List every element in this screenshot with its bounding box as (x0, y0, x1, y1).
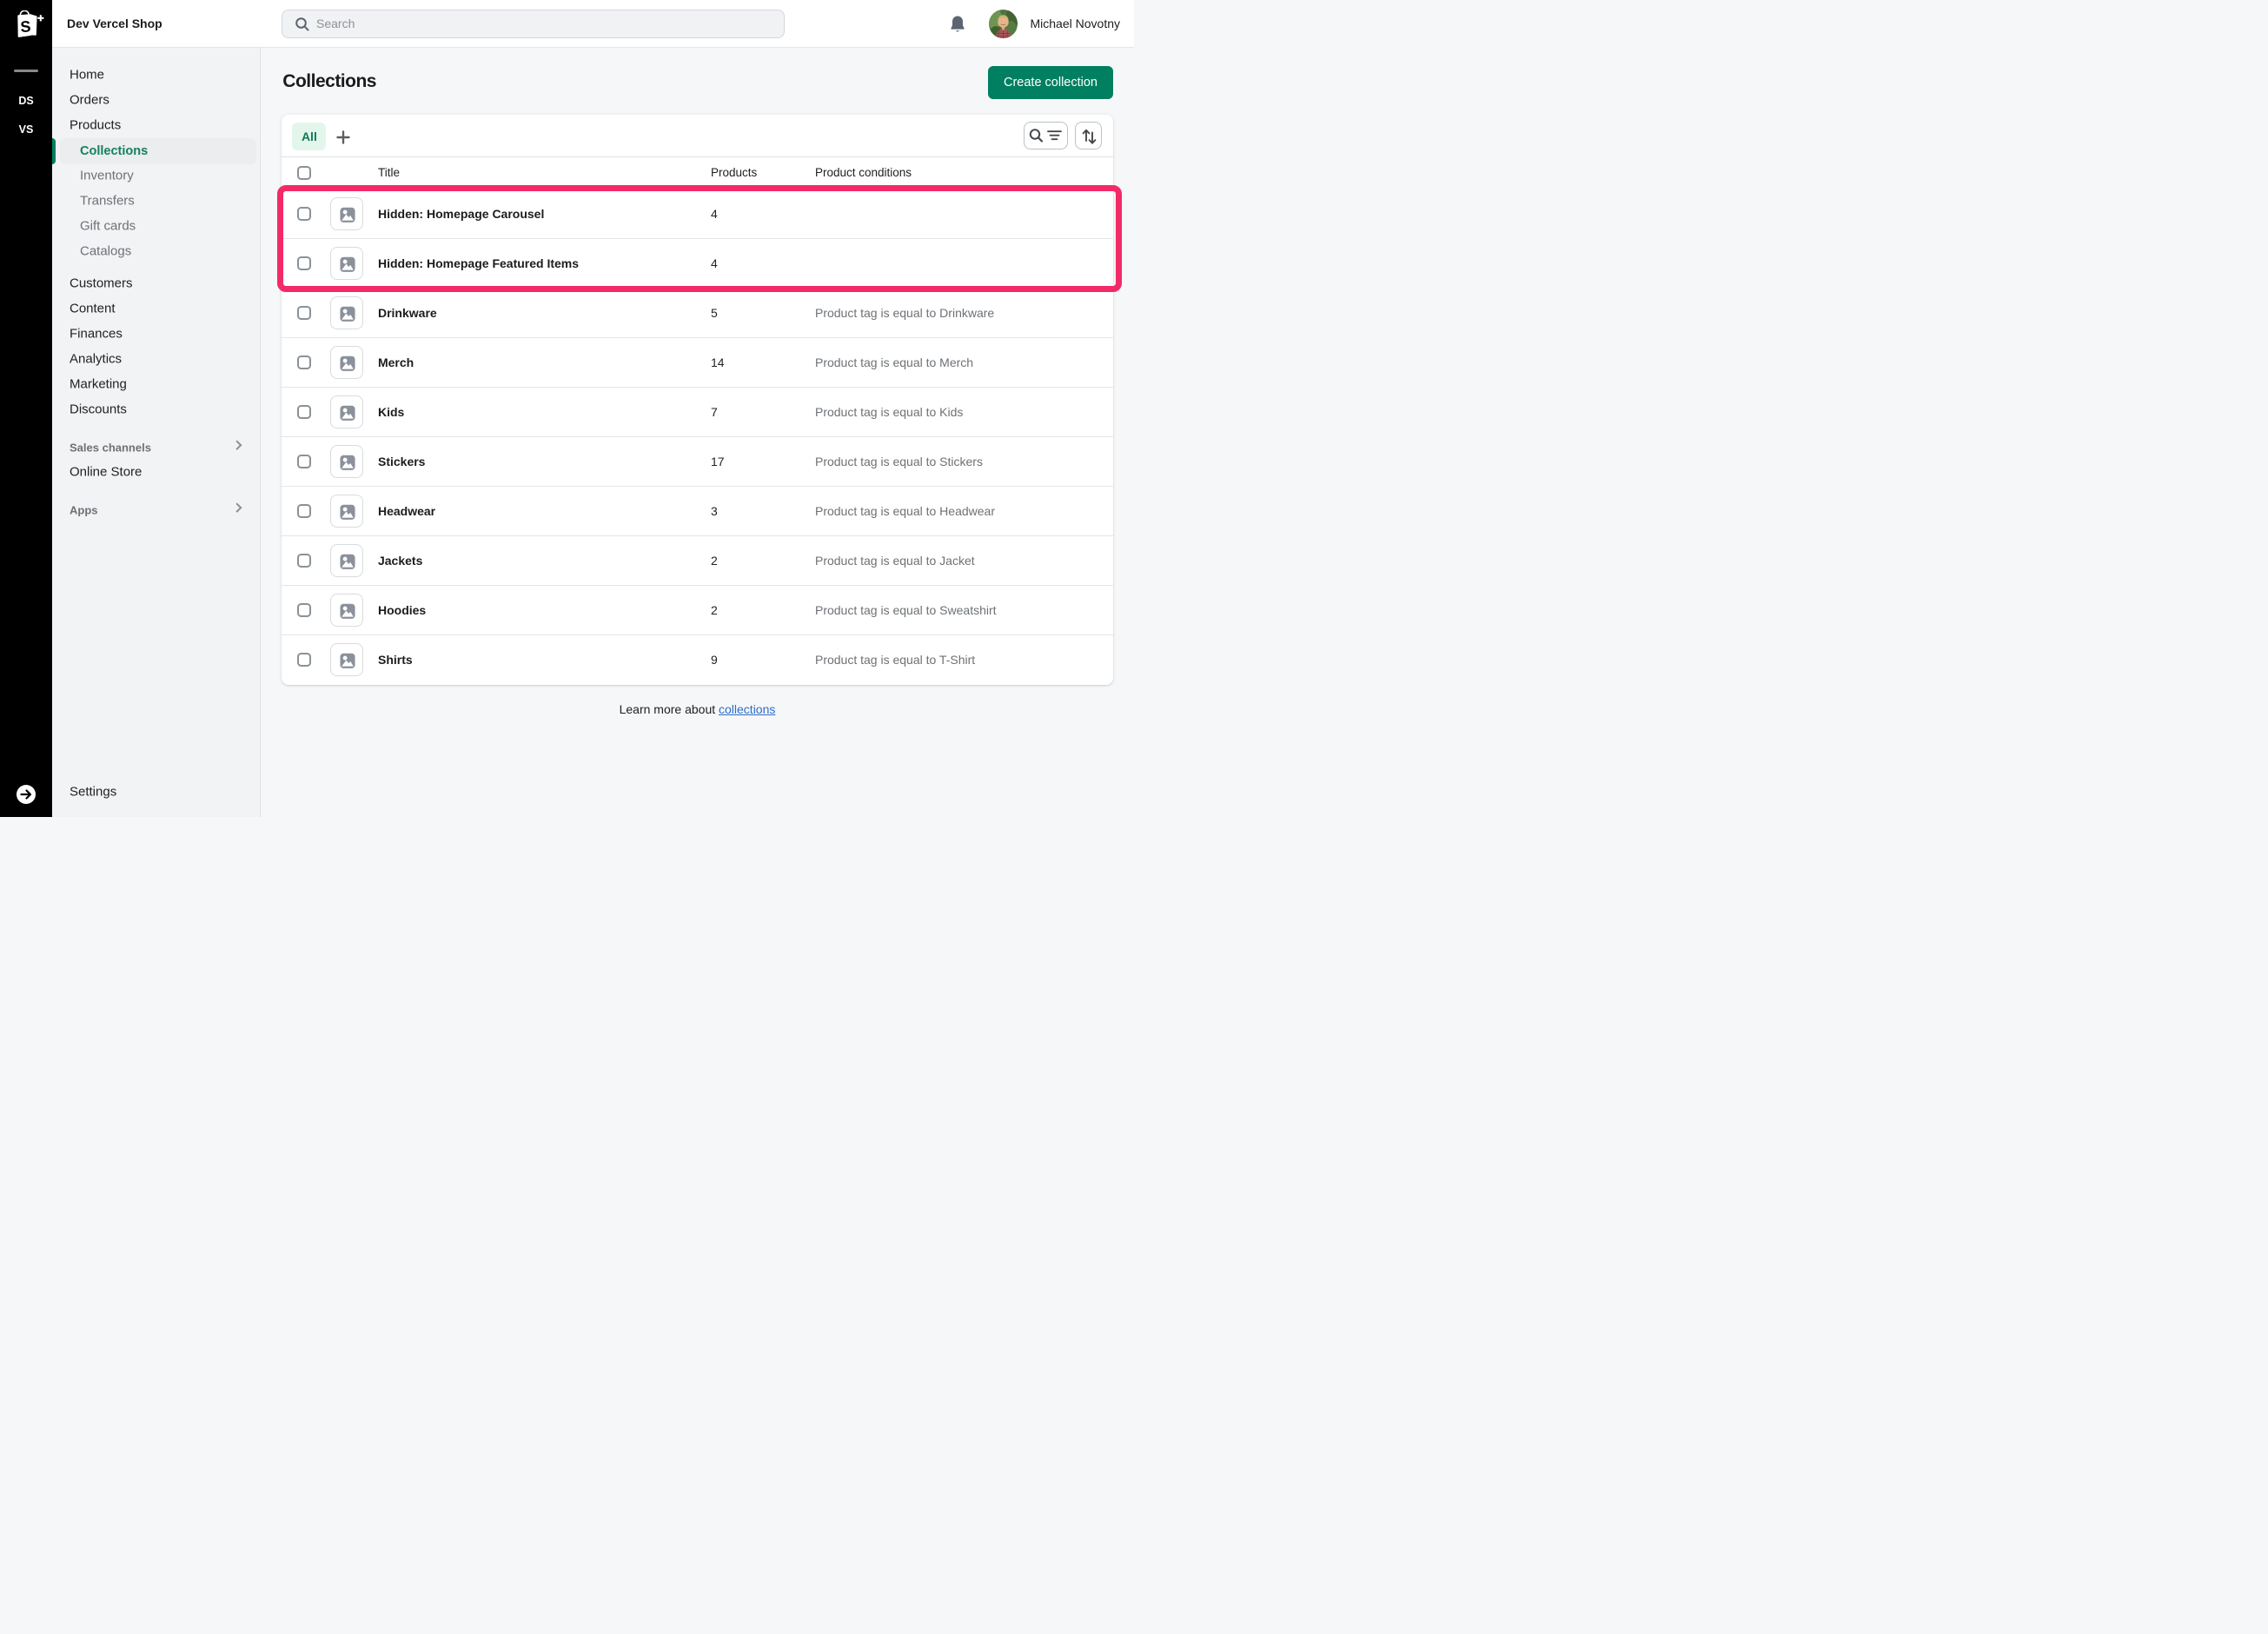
svg-text:S: S (20, 17, 31, 36)
